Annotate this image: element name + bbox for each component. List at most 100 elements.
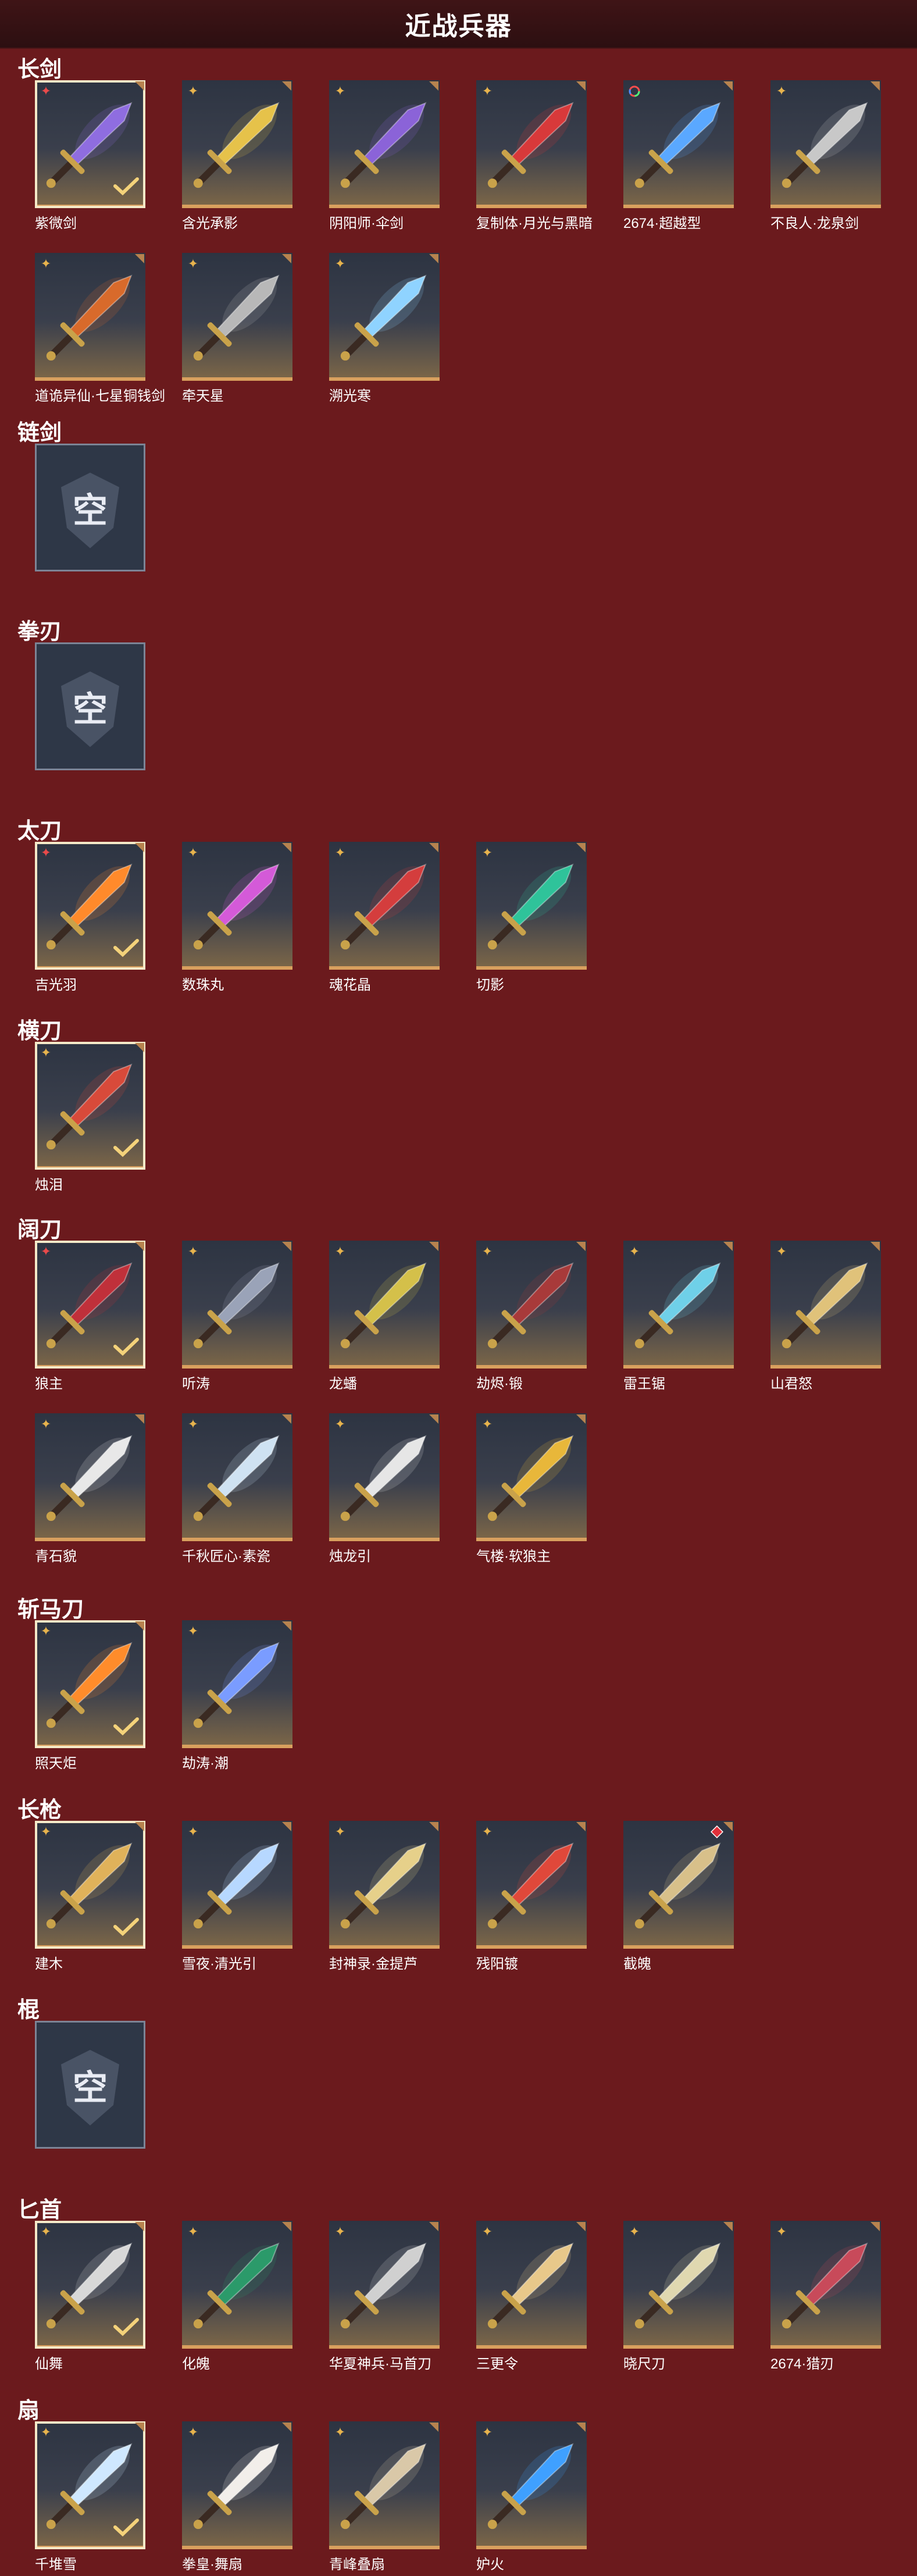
page-title: 近战兵器: [405, 12, 512, 41]
gold-star-rarity-icon: ✦: [334, 1417, 346, 1431]
section-title: 链剑: [17, 421, 62, 445]
weapon-card[interactable]: ✦ 烛泪: [35, 1042, 145, 1193]
weapon-art: [340, 2443, 427, 2529]
weapon-card[interactable]: ✦ 拳皇·舞扇: [182, 2421, 292, 2573]
weapon-thumbnail: ✦: [182, 1620, 292, 1748]
gold-star-rarity-icon: ✦: [481, 1244, 493, 1259]
gold-star-rarity-icon: ✦: [334, 1244, 346, 1259]
gold-star-rarity-icon: ✦: [187, 1417, 199, 1431]
weapon-card[interactable]: ✦ 道诡异仙·七星铜钱剑: [35, 253, 165, 404]
weapon-card[interactable]: ✦ 气楼·软狼主: [476, 1413, 587, 1564]
weapon-card[interactable]: ✦ 魂花晶: [329, 842, 440, 993]
weapon-card[interactable]: ✦ 仙舞: [35, 2221, 145, 2372]
weapon-card[interactable]: ✦ 不良人·龙泉剑: [770, 80, 881, 231]
weapon-thumbnail: ✦: [329, 1241, 440, 1369]
weapon-thumbnail: [623, 80, 734, 208]
weapon-art: [193, 1642, 280, 1728]
weapon-card[interactable]: ✦ 牵天星: [182, 253, 292, 404]
weapon-card[interactable]: ✦ 阴阳师·伞剑: [329, 80, 440, 231]
weapon-card[interactable]: ✦ 化魄: [182, 2221, 292, 2372]
empty-slot[interactable]: 空: [35, 444, 145, 580]
weapon-art: [487, 1435, 574, 1521]
weapon-thumbnail: ✦: [329, 2221, 440, 2349]
gold-star-rarity-icon: ✦: [187, 845, 199, 860]
weapon-card[interactable]: ✦ 烛龙引: [329, 1413, 440, 1564]
gold-star-rarity-icon: ✦: [187, 1244, 199, 1259]
weapon-card[interactable]: ✦ 残阳镀: [476, 1821, 587, 1972]
weapon-card[interactable]: ✦ 青石貌: [35, 1413, 145, 1564]
weapon-card[interactable]: ✦ 建木: [35, 1821, 145, 1972]
weapon-thumbnail: ✦: [476, 1241, 587, 1369]
weapon-card[interactable]: ✦ 数珠丸: [182, 842, 292, 993]
section-title: 长剑: [17, 58, 62, 82]
equipped-check-icon: [113, 2518, 139, 2537]
weapon-card[interactable]: ✦ 雪夜·清光引: [182, 1821, 292, 1972]
gold-star-rarity-icon: ✦: [187, 1824, 199, 1839]
equipped-check-icon: [113, 177, 139, 196]
weapon-art: [487, 863, 574, 950]
weapon-thumbnail: ✦: [35, 2221, 145, 2349]
red-gem-rarity-icon: [710, 1825, 724, 1839]
weapon-name: 雪夜·清光引: [182, 1956, 256, 1972]
weapon-name: 烛泪: [35, 1177, 63, 1193]
weapon-card[interactable]: ✦ 千堆雪: [35, 2421, 145, 2573]
weapon-name: 紫微剑: [35, 216, 77, 231]
weapon-name: 青石貌: [35, 1549, 77, 1564]
gold-star-rarity-icon: ✦: [334, 845, 346, 860]
weapon-thumbnail: ✦: [476, 842, 587, 970]
equipped-check-icon: [113, 1918, 139, 1937]
weapon-card[interactable]: ✦ 三更令: [476, 2221, 587, 2372]
weapon-art: [487, 2443, 574, 2529]
weapon-name: 龙蟠: [329, 1376, 357, 1392]
weapon-card[interactable]: ✦ 封神录·金提芦: [329, 1821, 440, 1972]
weapon-name: 不良人·龙泉剑: [770, 216, 859, 231]
empty-slot-label: 空: [73, 2068, 108, 2107]
weapon-card[interactable]: ✦ 山君怒: [770, 1241, 881, 1392]
weapon-thumbnail: ✦: [182, 1413, 292, 1541]
weapon-card[interactable]: ✦ 听涛: [182, 1241, 292, 1392]
gold-star-rarity-icon: ✦: [40, 2224, 52, 2239]
weapon-card[interactable]: ✦ 吉光羽: [35, 842, 145, 993]
weapon-thumbnail: ✦: [329, 842, 440, 970]
weapon-thumbnail: [623, 1821, 734, 1949]
gold-star-rarity-icon: ✦: [187, 256, 199, 271]
weapon-card[interactable]: ✦ 千秋匠心·素瓷: [182, 1413, 292, 1564]
red-star-rarity-icon: ✦: [40, 1244, 52, 1259]
weapon-name: 牵天星: [182, 388, 224, 404]
weapon-card[interactable]: ✦ 复制体·月光与黑暗: [476, 80, 593, 231]
equipped-check-icon: [113, 1338, 139, 1356]
weapon-art: [46, 1435, 133, 1521]
gold-star-rarity-icon: ✦: [40, 256, 52, 271]
weapon-card[interactable]: ✦ 狼主: [35, 1241, 145, 1392]
empty-slot-label: 空: [73, 491, 108, 530]
weapon-name: 千堆雪: [35, 2557, 77, 2573]
weapon-card[interactable]: ✦ 劫烬·锻: [476, 1241, 587, 1392]
empty-slot[interactable]: 空: [35, 2021, 145, 2157]
weapon-card[interactable]: ✦ 雷王锯: [623, 1241, 734, 1392]
weapon-name: 晓尺刀: [623, 2356, 665, 2372]
weapon-card[interactable]: ✦ 溯光寒: [329, 253, 440, 404]
weapon-art: [782, 2242, 868, 2329]
weapon-card[interactable]: ✦ 青峰叠扇: [329, 2421, 440, 2573]
weapon-name: 劫烬·锻: [476, 1376, 523, 1392]
weapon-card[interactable]: ✦ 切影: [476, 842, 587, 993]
weapon-thumbnail: ✦: [182, 2421, 292, 2549]
weapon-card[interactable]: ✦ 紫微剑: [35, 80, 145, 231]
weapon-art: [340, 102, 427, 188]
weapon-card[interactable]: ✦ 晓尺刀: [623, 2221, 734, 2372]
weapon-art: [487, 1842, 574, 1929]
weapon-card[interactable]: 截魄: [623, 1821, 734, 1972]
weapon-card[interactable]: 2674·超越型: [623, 80, 734, 231]
empty-slot[interactable]: 空: [35, 642, 145, 779]
weapon-card[interactable]: ✦ 龙蟠: [329, 1241, 440, 1392]
weapon-thumbnail: ✦: [476, 1821, 587, 1949]
weapon-card[interactable]: ✦ 照天炬: [35, 1620, 145, 1771]
weapon-card[interactable]: ✦ 2674·猎刃: [770, 2221, 881, 2372]
weapon-thumbnail: ✦: [770, 80, 881, 208]
weapon-card[interactable]: ✦ 劫涛·潮: [182, 1620, 292, 1771]
weapon-thumbnail: ✦: [329, 1413, 440, 1541]
weapon-card[interactable]: ✦ 妒火: [476, 2421, 587, 2573]
weapon-name: 照天炬: [35, 1756, 77, 1771]
weapon-card[interactable]: ✦ 华夏神兵·马首刀: [329, 2221, 440, 2372]
weapon-card[interactable]: ✦ 含光承影: [182, 80, 292, 231]
